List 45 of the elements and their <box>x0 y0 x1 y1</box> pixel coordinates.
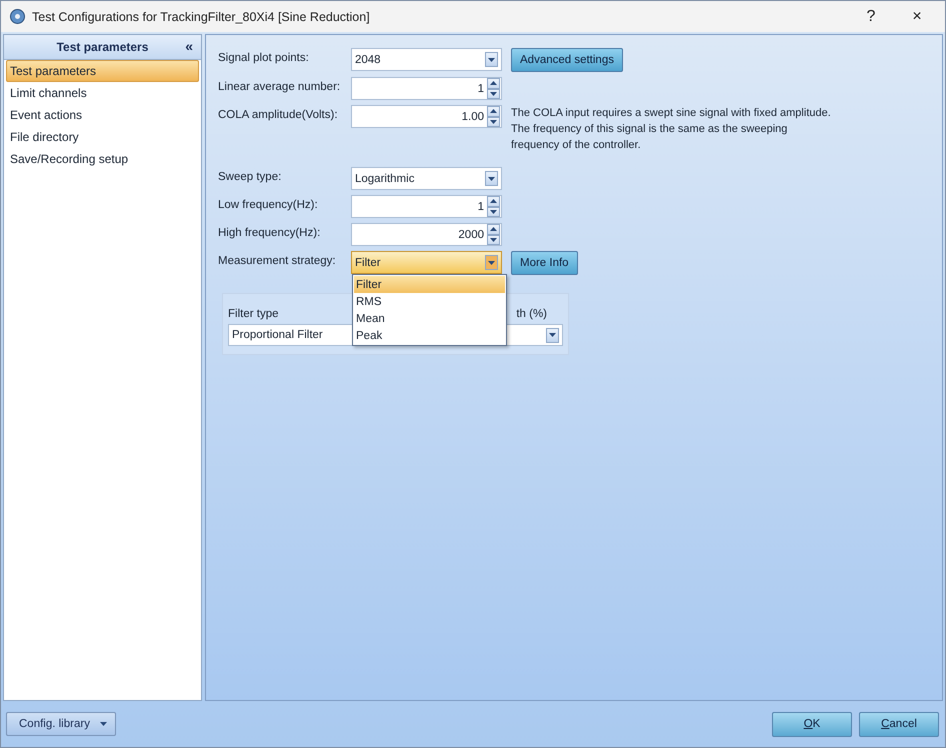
up-arrow-icon <box>490 199 497 204</box>
up-arrow-icon <box>490 227 497 232</box>
caret-icon <box>490 210 497 214</box>
collapse-button[interactable]: « <box>185 38 193 54</box>
caret-icon <box>488 58 495 62</box>
sidebar-item[interactable]: Test parameters <box>6 60 199 82</box>
help-button[interactable]: ? <box>851 2 891 30</box>
field-label: Measurement strategy: <box>218 254 337 267</box>
caret-icon <box>490 92 497 96</box>
field-label: Signal plot points: <box>218 51 310 64</box>
caret-icon <box>490 120 497 124</box>
up-arrow-icon <box>490 81 497 86</box>
sidebar-item[interactable]: Limit channels <box>6 82 199 104</box>
close-button[interactable]: × <box>897 2 937 30</box>
caret-icon <box>549 333 556 337</box>
spin-field[interactable]: 1 <box>351 195 502 218</box>
spin-field[interactable]: 1 <box>351 77 502 100</box>
note-text: The COLA input requires a swept sine signal with fixed amplitude. The frequency of this signal is the same as the sweeping frequency of the controller. <box>511 106 831 153</box>
field-label: Linear average number: <box>218 80 342 93</box>
dropdown-option[interactable]: Filter <box>354 276 505 293</box>
sidebar-title: Test parameters <box>56 40 148 54</box>
cancel-button[interactable]: Cancel <box>859 712 939 736</box>
field-label: Low frequency(Hz): <box>218 198 319 211</box>
action-button[interactable]: More Info <box>511 251 578 275</box>
caret-icon <box>488 176 495 180</box>
sidebar-item[interactable]: File directory <box>6 126 199 148</box>
dropdown-field[interactable]: Logarithmic <box>351 167 502 190</box>
config-library-button[interactable]: Config. library <box>6 712 116 736</box>
caret-icon <box>490 238 497 242</box>
dropdown-field[interactable]: 2048 <box>351 48 502 71</box>
caret-icon <box>488 260 495 264</box>
sidebar-item[interactable]: Save/Recording setup <box>6 148 199 170</box>
window-title: Test Configurations for TrackingFilter_80Xi4 [Sine Reduction] <box>32 10 371 24</box>
ok-button[interactable]: OK <box>772 712 852 736</box>
spin-field[interactable]: 2000 <box>351 223 502 246</box>
caret-icon <box>100 722 107 726</box>
field-label: th (%) <box>516 308 547 320</box>
field-label: Filter type <box>228 308 278 320</box>
field-label: COLA amplitude(Volts): <box>218 108 339 121</box>
up-arrow-icon <box>490 109 497 114</box>
field-label: High frequency(Hz): <box>218 226 322 239</box>
field-label: Sweep type: <box>218 170 282 183</box>
spin-field[interactable]: 1.00 <box>351 105 502 128</box>
sidebar-item[interactable]: Event actions <box>6 104 199 126</box>
action-button[interactable]: Advanced settings <box>511 48 623 72</box>
